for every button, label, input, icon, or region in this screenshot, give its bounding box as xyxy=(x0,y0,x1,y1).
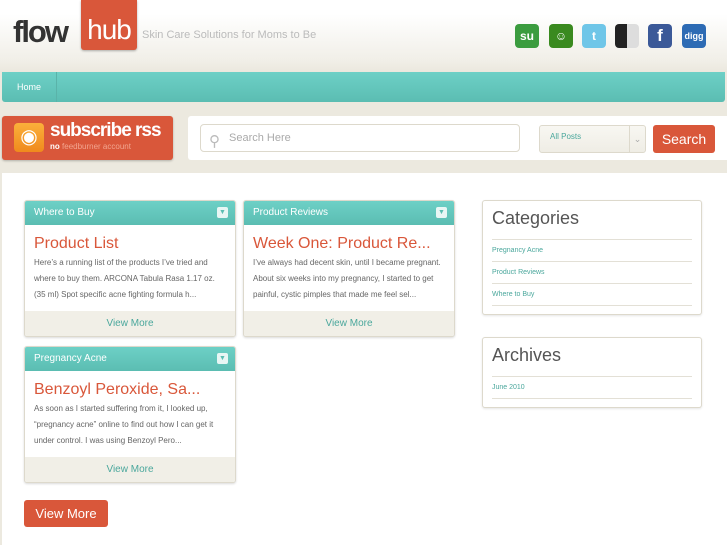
card-category: Product Reviews ▼ xyxy=(244,201,454,225)
delicious-icon[interactable] xyxy=(615,24,639,48)
post-type-select[interactable]: All Posts ⌄ xyxy=(539,125,646,153)
post-card: Where to Buy ▼ Product List Here’s a runn… xyxy=(24,200,236,337)
chevron-down-icon[interactable]: ▼ xyxy=(436,207,447,218)
post-title[interactable]: Product List xyxy=(25,225,235,253)
rss-title: subscribe rss xyxy=(50,120,162,141)
search-bar: ⚲ Search Here All Posts ⌄ Search xyxy=(188,116,727,160)
archives-widget: Archives June 2010 xyxy=(482,337,702,408)
post-excerpt: Here’s a running list of the products I’… xyxy=(34,258,215,299)
post-title[interactable]: Benzoyl Peroxide, Sa... xyxy=(25,371,235,399)
post-excerpt: I’ve always had decent skin, until I bec… xyxy=(253,258,441,299)
view-more-link[interactable]: View More xyxy=(25,457,235,482)
chevron-down-icon: ⌄ xyxy=(629,126,645,152)
search-input[interactable]: ⚲ Search Here xyxy=(200,124,520,152)
tagline: Skin Care Solutions for Moms to Be xyxy=(142,29,317,41)
subscribe-rss-button[interactable]: ◉ subscribe rss no feedburner account xyxy=(2,116,173,160)
archive-link[interactable]: June 2010 xyxy=(492,377,692,399)
category-link[interactable]: Where to Buy xyxy=(492,284,692,306)
search-button[interactable]: Search xyxy=(653,125,715,153)
rss-icon: ◉ xyxy=(14,123,44,152)
chevron-down-icon[interactable]: ▼ xyxy=(217,353,228,364)
select-value: All Posts xyxy=(550,132,582,141)
facebook-icon[interactable]: f xyxy=(648,24,672,48)
header: flow hub Skin Care Solutions for Moms to… xyxy=(0,0,727,72)
view-more-link[interactable]: View More xyxy=(244,311,454,336)
post-card: Product Reviews ▼ Week One: Product Re...… xyxy=(243,200,455,337)
archives-title: Archives xyxy=(492,344,692,377)
categories-widget: Categories Pregnancy Acne Product Review… xyxy=(482,200,702,315)
view-more-link[interactable]: View More xyxy=(25,311,235,336)
search-placeholder: Search Here xyxy=(229,132,291,144)
friendfeed-icon[interactable]: ☺ xyxy=(549,24,573,48)
view-more-button[interactable]: View More xyxy=(24,500,108,527)
stumbleupon-icon[interactable]: su xyxy=(515,24,539,48)
nav-home[interactable]: Home xyxy=(2,72,57,102)
main-nav: Home xyxy=(2,72,725,102)
logo-hub[interactable]: hub xyxy=(81,0,137,50)
post-title[interactable]: Week One: Product Re... xyxy=(244,225,454,253)
category-link[interactable]: Pregnancy Acne xyxy=(492,240,692,262)
post-excerpt: As soon as I started suffering from it, … xyxy=(34,404,214,445)
post-card: Pregnancy Acne ▼ Benzoyl Peroxide, Sa... … xyxy=(24,346,236,483)
card-category: Where to Buy ▼ xyxy=(25,201,235,225)
twitter-icon[interactable]: t xyxy=(582,24,606,48)
chevron-down-icon[interactable]: ▼ xyxy=(217,207,228,218)
rss-subtitle: no feedburner account xyxy=(50,142,131,151)
logo[interactable]: flow xyxy=(13,14,69,50)
digg-icon[interactable]: digg xyxy=(682,24,706,48)
category-link[interactable]: Product Reviews xyxy=(492,262,692,284)
card-category: Pregnancy Acne ▼ xyxy=(25,347,235,371)
categories-title: Categories xyxy=(492,207,692,240)
search-icon: ⚲ xyxy=(209,133,220,150)
